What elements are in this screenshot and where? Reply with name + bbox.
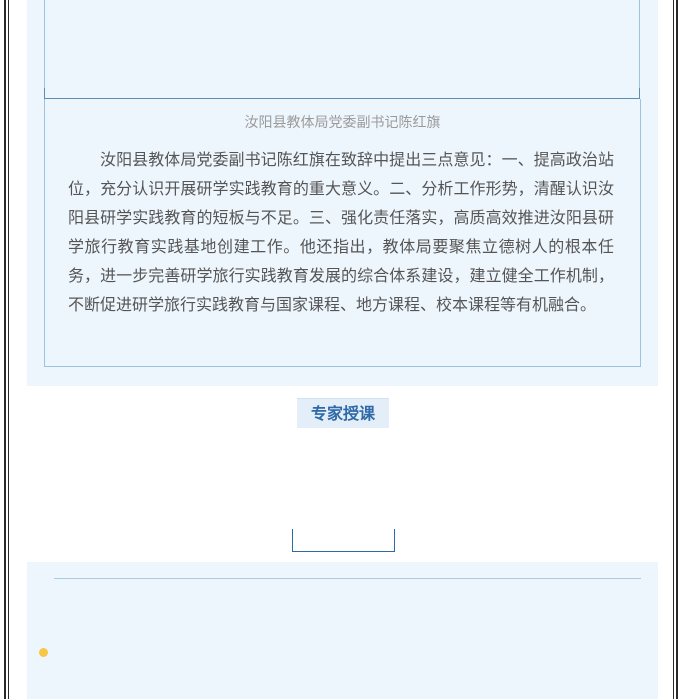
page-frame-right-border [676, 0, 678, 699]
section-title-expert-lecture: 专家授课 [297, 398, 389, 428]
bullet-dot-icon [39, 648, 48, 657]
page-frame-left-border [4, 0, 6, 699]
page-frame-right-inner-border [673, 0, 674, 699]
photo-bracket-decoration [292, 529, 395, 552]
article-paragraph: 汝阳县教体局党委副书记陈红旗在致辞中提出三点意见：一、提高政治站位，充分认识开展… [68, 150, 614, 314]
section-divider [54, 578, 641, 579]
photo-caption: 汝阳县教体局党委副书记陈红旗 [244, 115, 441, 131]
photo-placeholder [44, 0, 640, 99]
next-section-panel [27, 562, 658, 699]
page-frame-left-inner-border [8, 0, 9, 699]
